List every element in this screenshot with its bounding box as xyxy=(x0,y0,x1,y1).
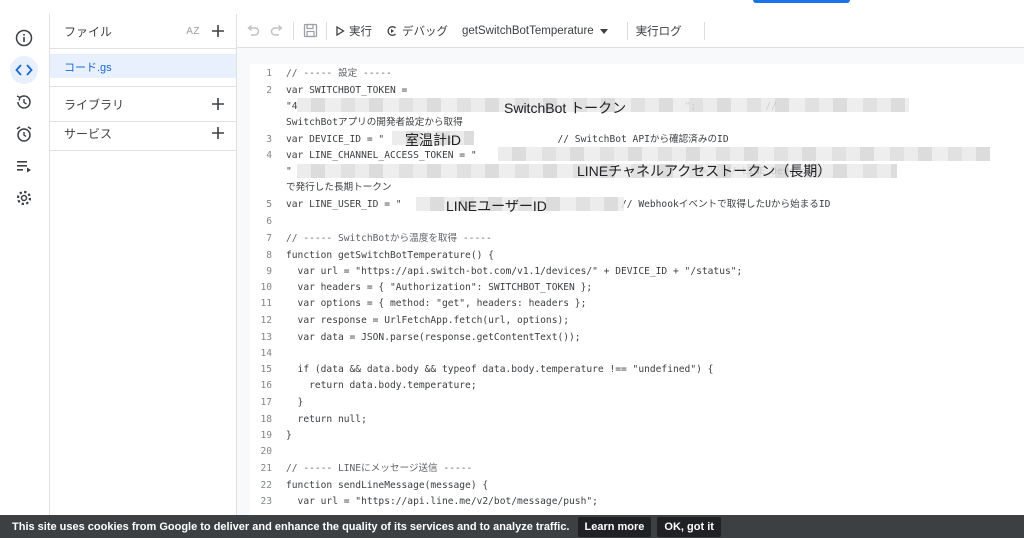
history-icon[interactable] xyxy=(10,88,38,116)
undo-icon[interactable] xyxy=(245,23,261,39)
run-button[interactable]: 実行 xyxy=(335,23,372,39)
line-number: 20 xyxy=(260,446,272,457)
code-text: return null; xyxy=(286,414,367,425)
line-number: 14 xyxy=(260,348,272,359)
alarm-icon[interactable] xyxy=(10,120,38,148)
line-number: 6 xyxy=(266,216,272,227)
debug-label: デバッグ xyxy=(402,25,448,38)
line-number: 11 xyxy=(260,298,272,309)
left-rail xyxy=(0,14,50,538)
play-icon xyxy=(336,25,345,36)
line-number: 18 xyxy=(260,414,272,425)
code-text: var url = "https://api.switch-bot.com/v1… xyxy=(286,266,743,277)
code-text: var url = "https://api.line.me/v2/bot/me… xyxy=(286,496,598,507)
code-text: var DEVICE_ID = " "; // SwitchBot APIから確… xyxy=(286,134,729,145)
run-label: 実行 xyxy=(349,25,372,38)
execution-log-button[interactable]: 実行ログ xyxy=(636,23,682,39)
code-text: var response = UrlFetchApp.fetch(url, op… xyxy=(286,315,570,326)
line-number: 2 xyxy=(266,85,272,96)
toolbar-divider xyxy=(703,21,705,40)
save-icon[interactable] xyxy=(302,23,318,39)
line-number: 22 xyxy=(260,480,272,491)
executions-icon[interactable] xyxy=(10,152,38,180)
file-item-code-gs[interactable]: コード.gs xyxy=(50,54,236,78)
line-number: 4 xyxy=(266,150,272,161)
ok-got-it-button[interactable]: OK, got it xyxy=(657,516,721,537)
cookie-banner: This site uses cookies from Google to de… xyxy=(0,515,1024,538)
line-number: 9 xyxy=(266,266,272,277)
execution-log-label: 実行ログ xyxy=(635,25,682,38)
code-text: var SWITCHBOT_TOKEN = xyxy=(286,85,408,96)
file-sidebar: ファイル AZ コード.gs ライブラリ サービス xyxy=(50,14,237,538)
toolbar-divider xyxy=(293,21,294,40)
debug-button[interactable]: デバッグ xyxy=(386,23,448,39)
line-number: 21 xyxy=(260,463,272,474)
code-editor[interactable]: 1 // ----- 設定 ----- 2 var SWITCHBOT_TOKEN =… xyxy=(237,48,1024,515)
services-label: サービス xyxy=(64,126,113,141)
toolbar-divider xyxy=(626,21,628,40)
code-text: } xyxy=(286,430,292,441)
sort-az-icon[interactable]: AZ xyxy=(186,26,200,37)
top-strip xyxy=(0,0,1024,14)
code-text: var LINE_CHANNEL_ACCESS_TOKEN = " xyxy=(286,150,477,161)
overview-icon[interactable] xyxy=(10,24,38,52)
line-number: 7 xyxy=(266,233,272,244)
add-library-icon[interactable] xyxy=(210,96,226,112)
cookie-message: This site uses cookies from Google to de… xyxy=(12,520,570,533)
debug-icon xyxy=(387,25,396,36)
code-text: function getSwitchBotTemperature() { xyxy=(286,250,494,261)
code-text: SwitchBotアプリの開発者設定から取得 xyxy=(286,117,463,128)
line-number: 19 xyxy=(260,430,272,441)
add-service-icon[interactable] xyxy=(210,125,226,141)
line-number: 13 xyxy=(260,332,272,343)
settings-icon[interactable] xyxy=(10,184,38,212)
function-select[interactable]: getSwitchBotTemperature xyxy=(462,25,613,37)
code-text: // ----- LINEにメッセージ送信 ----- xyxy=(286,463,473,474)
code-text: var options = { method: "get", headers: … xyxy=(286,298,587,309)
code-text: } xyxy=(286,397,304,408)
code-text: // ----- 設定 ----- xyxy=(286,68,392,79)
line-number: 23 xyxy=(260,496,272,507)
code-text: return data.body.temperature; xyxy=(286,380,477,391)
code-text: // ----- SwitchBotから温度を取得 ----- xyxy=(286,233,492,244)
code-area[interactable]: 1 // ----- 設定 ----- 2 var SWITCHBOT_TOKEN =… xyxy=(250,64,1024,515)
editor-icon[interactable] xyxy=(10,56,38,84)
code-text: var headers = { "Authorization": SWITCHB… xyxy=(286,282,593,293)
device-redaction-label: 室温計ID xyxy=(405,132,461,148)
token-redaction-label: SwitchBot トークン xyxy=(504,100,627,116)
redo-icon[interactable] xyxy=(269,23,285,39)
line-number: 12 xyxy=(260,315,272,326)
line-number: 8 xyxy=(266,250,272,261)
code-text: で発行した長期トークン xyxy=(286,182,392,193)
function-select-value: getSwitchBotTemperature xyxy=(462,24,594,37)
libraries-label: ライブラリ xyxy=(64,97,125,112)
line-number: 16 xyxy=(260,380,272,391)
line-number: 15 xyxy=(260,364,272,375)
line-number: 5 xyxy=(266,199,272,210)
file-name: コード.gs xyxy=(64,62,112,74)
editor-toolbar: 実行 デバッグ getSwitchBotTemperature 実行ログ xyxy=(237,14,1024,48)
add-file-icon[interactable] xyxy=(210,23,226,39)
line-number: 3 xyxy=(266,134,272,145)
line-number: 1 xyxy=(266,68,272,79)
toolbar-divider xyxy=(326,21,327,40)
files-header: ファイル AZ xyxy=(50,14,236,49)
code-text: if (data && data.body && typeof data.bod… xyxy=(286,364,714,375)
chevron-down-icon xyxy=(599,28,608,34)
code-text: var data = JSON.parse(response.getConten… xyxy=(286,332,581,343)
code-text: function sendLineMessage(message) { xyxy=(286,480,489,491)
channel-redaction-label: LINEチャネルアクセストークン（長期） xyxy=(577,163,832,179)
user-redaction-label: LINEユーザーID xyxy=(446,198,547,214)
services-header: サービス xyxy=(50,116,236,151)
share-button[interactable] xyxy=(753,0,850,3)
files-label: ファイル xyxy=(64,24,113,39)
redaction-mask xyxy=(498,147,990,161)
line-number: 17 xyxy=(260,397,272,408)
learn-more-button[interactable]: Learn more xyxy=(577,516,652,537)
line-number: 10 xyxy=(260,282,272,293)
